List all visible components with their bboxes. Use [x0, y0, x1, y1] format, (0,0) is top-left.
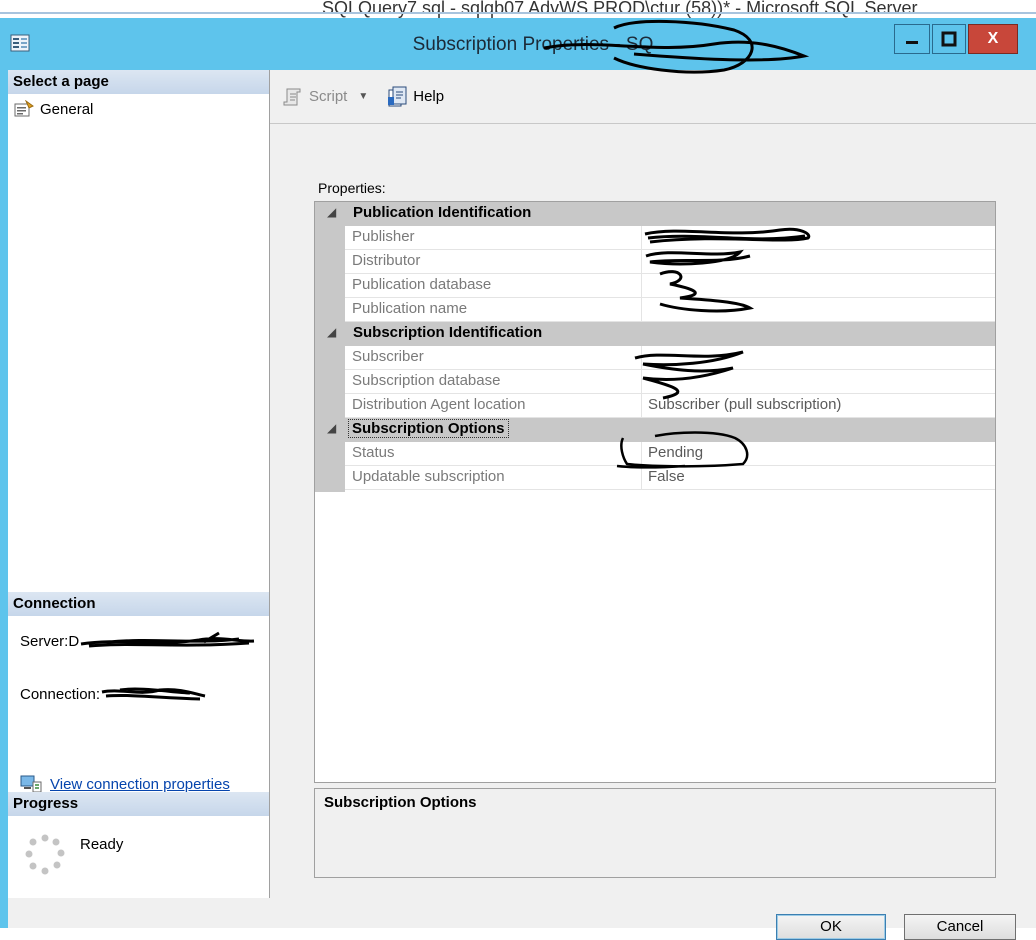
property-row-distributor[interactable]: Distributor — [315, 250, 995, 274]
page-item-general[interactable]: General — [14, 98, 93, 120]
view-connection-properties-label: View connection properties — [50, 775, 230, 793]
title-bar[interactable]: Subscription Properties - SQ X — [0, 18, 1036, 66]
background-divider — [0, 12, 1036, 14]
left-pane: Select a page General Connection Server:… — [8, 70, 270, 898]
property-name: Publisher — [345, 226, 642, 250]
property-value — [642, 274, 995, 298]
properties-label: Properties: — [318, 180, 386, 196]
category-subscription-identification[interactable]: ◢ Subscription Identification — [315, 322, 995, 346]
property-row-updatable-subscription[interactable]: Updatable subscription False — [315, 466, 995, 490]
minimize-icon — [906, 41, 918, 44]
redaction-scribble — [80, 631, 255, 648]
property-row-publication-database[interactable]: Publication database — [315, 274, 995, 298]
property-value — [642, 298, 995, 322]
property-name: Subscriber — [345, 346, 642, 370]
category-subscription-options[interactable]: ◢ Subscription Options — [315, 418, 995, 442]
property-name: Subscription database — [345, 370, 642, 394]
property-name: Distributor — [345, 250, 642, 274]
ok-button[interactable]: OK — [776, 914, 886, 940]
property-name: Publication name — [345, 298, 642, 322]
maximize-icon — [941, 31, 957, 47]
description-panel: Subscription Options — [314, 788, 996, 878]
property-name: Distribution Agent location — [345, 394, 642, 418]
property-name: Status — [345, 442, 642, 466]
progress-header: Progress — [8, 792, 269, 816]
spinner-icon — [25, 834, 65, 875]
script-button[interactable]: Script — [280, 84, 350, 110]
property-row-publication-name[interactable]: Publication name — [315, 298, 995, 322]
cancel-button[interactable]: Cancel — [904, 914, 1016, 940]
server-label: Server: — [20, 632, 69, 650]
property-value — [642, 346, 995, 370]
dialog-body: Select a page General Connection Server:… — [8, 70, 1036, 940]
property-value: False — [642, 466, 995, 490]
server-info: Server: D — [20, 630, 259, 652]
property-grid[interactable]: ◢ Publication Identification Publisher D… — [314, 201, 996, 783]
property-name: Updatable subscription — [345, 466, 642, 490]
collapse-triangle-icon[interactable]: ◢ — [327, 421, 336, 435]
dialog-footer: OK Cancel — [8, 898, 1036, 940]
maximize-button[interactable] — [932, 24, 966, 54]
redaction-scribble — [101, 687, 206, 701]
page-item-label: General — [40, 100, 94, 118]
toolbar: Script ▼ Help — [270, 70, 1036, 124]
view-connection-properties-link[interactable]: View connection properties — [20, 774, 230, 794]
property-value — [642, 250, 995, 274]
help-button[interactable]: Help — [384, 84, 447, 110]
background-window-strip: SQLQuery7.sql - sqlqb07 AdvWS PROD\ctur … — [0, 0, 1036, 18]
close-icon: X — [987, 30, 999, 47]
category-label: Subscription Options — [348, 419, 509, 438]
property-row-subscription-database[interactable]: Subscription database — [315, 370, 995, 394]
progress-status: Ready — [80, 836, 124, 853]
server-value: D — [68, 632, 80, 650]
connection-label: Connection: — [20, 685, 101, 703]
script-dropdown-arrow-icon[interactable]: ▼ — [358, 91, 368, 102]
property-value: Subscriber (pull subscription) — [642, 394, 995, 418]
connection-header: Connection — [8, 592, 269, 616]
background-window-title: SQLQuery7.sql - sqlqb07 AdvWS PROD\ctur … — [322, 0, 918, 18]
close-button[interactable]: X — [968, 24, 1018, 54]
property-value — [642, 370, 995, 394]
property-row-distribution-agent-location[interactable]: Distribution Agent location Subscriber (… — [315, 394, 995, 418]
script-label: Script — [309, 88, 348, 105]
category-label: Publication Identification — [353, 204, 532, 221]
description-title: Subscription Options — [324, 794, 477, 811]
right-pane: Script ▼ Help Properties: ◢ Publication … — [270, 70, 1036, 898]
help-label: Help — [413, 88, 445, 105]
window-title: Subscription Properties - SQ — [412, 34, 654, 55]
connection-properties-icon — [20, 775, 42, 793]
property-name: Publication database — [345, 274, 642, 298]
property-value — [642, 226, 995, 250]
property-value: Pending — [642, 442, 995, 466]
select-page-header: Select a page — [8, 70, 269, 94]
category-publication-identification[interactable]: ◢ Publication Identification — [315, 202, 995, 226]
collapse-triangle-icon[interactable]: ◢ — [327, 325, 336, 339]
minimize-button[interactable] — [894, 24, 930, 54]
subscription-properties-window: Subscription Properties - SQ X Select a … — [0, 18, 1036, 940]
property-row-publisher[interactable]: Publisher — [315, 226, 995, 250]
property-row-status[interactable]: Status Pending — [315, 442, 995, 466]
progress-indicator: Ready — [22, 832, 123, 878]
property-row-subscriber[interactable]: Subscriber — [315, 346, 995, 370]
collapse-triangle-icon[interactable]: ◢ — [327, 205, 336, 219]
properties-page-icon — [14, 100, 34, 117]
connection-info: Connection: — [20, 684, 210, 704]
script-icon — [283, 88, 301, 105]
help-icon — [388, 86, 407, 106]
category-label: Subscription Identification — [353, 324, 543, 341]
